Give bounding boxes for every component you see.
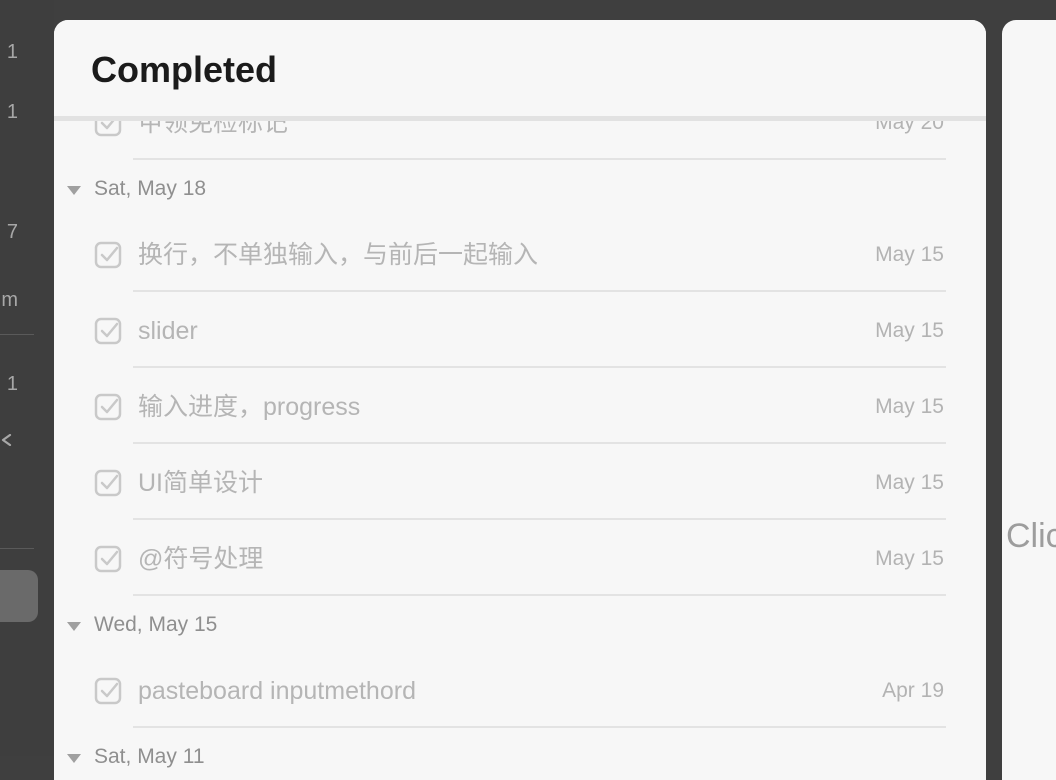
checkbox-checked-icon[interactable] (94, 469, 122, 497)
detail-placeholder-text: Clic (1006, 517, 1056, 555)
list-item[interactable]: 输入进度，progress May 15 (54, 368, 986, 444)
item-date: May 15 (875, 547, 944, 570)
list-item[interactable]: slider May 15 (54, 292, 986, 368)
item-title: pasteboard inputmethord (138, 677, 416, 705)
header-divider (54, 116, 986, 121)
item-title: 换行，不单独输入，与前后一起输入 (138, 241, 539, 269)
sidebar: 1 1 7 m 1 (0, 0, 54, 756)
sidebar-count: 1 (6, 41, 18, 63)
panel-header: Completed (54, 20, 986, 116)
checkbox-checked-icon[interactable] (94, 677, 122, 705)
group-header[interactable]: Sat, May 18 (54, 160, 986, 220)
item-title: @符号处理 (138, 545, 264, 573)
item-date: Apr 19 (882, 679, 944, 702)
item-title: slider (138, 317, 198, 345)
group-header[interactable]: Wed, May 15 (54, 596, 986, 656)
item-date: May 15 (875, 319, 944, 342)
item-title: 输入进度，progress (138, 393, 361, 421)
sidebar-count: 1 (6, 101, 18, 123)
sidebar-divider (0, 548, 34, 549)
detail-panel: Clic (1002, 20, 1056, 780)
group-label: Wed, May 15 (94, 613, 218, 636)
list-item[interactable]: @符号处理 May 15 (54, 520, 986, 596)
sidebar-count: 1 (6, 373, 18, 395)
sidebar-selected-item[interactable] (0, 570, 38, 622)
disclosure-triangle-icon[interactable] (66, 184, 82, 196)
list-item[interactable]: 换行，不单独输入，与前后一起输入 May 15 (54, 216, 986, 292)
item-date: May 15 (875, 395, 944, 418)
group-label: Sat, May 18 (94, 177, 207, 200)
item-date: May 15 (875, 243, 944, 266)
list-item[interactable]: UI简单设计 May 15 (54, 444, 986, 520)
disclosure-triangle-icon[interactable] (66, 752, 82, 764)
chevron-left-icon[interactable] (0, 434, 12, 446)
completed-panel: Completed 甲领免检标记 May 20 Sat, May 18 换行，不… (54, 20, 986, 780)
list-item[interactable]: pasteboard inputmethord Apr 19 (54, 652, 986, 728)
checkbox-checked-icon[interactable] (94, 545, 122, 573)
sidebar-divider (0, 334, 34, 335)
item-date: May 15 (875, 471, 944, 494)
group-label: Sat, May 11 (94, 745, 205, 768)
sidebar-count: 7 (6, 221, 18, 243)
disclosure-triangle-icon[interactable] (66, 620, 82, 632)
item-title: UI简单设计 (138, 469, 264, 497)
checkbox-checked-icon[interactable] (94, 317, 122, 345)
checkbox-checked-icon[interactable] (94, 393, 122, 421)
completed-list: 甲领免检标记 May 20 Sat, May 18 换行，不单独输入，与前后一起… (54, 20, 986, 768)
group-header[interactable]: Sat, May 11 (54, 728, 986, 780)
page-title: Completed (91, 49, 278, 90)
checkbox-checked-icon[interactable] (94, 241, 122, 269)
sidebar-count: m (1, 289, 18, 311)
